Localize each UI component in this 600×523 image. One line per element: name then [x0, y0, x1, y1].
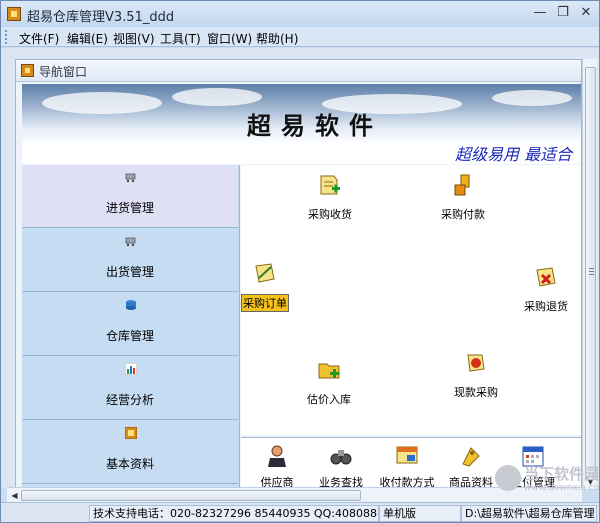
nav-panel: 进货管理 出货管理 仓库管理 经营分析 基本资料: [22, 165, 240, 488]
cart-out-icon: [125, 237, 136, 247]
chart-icon: [125, 363, 137, 375]
menu-edit[interactable]: 编辑(E): [67, 30, 108, 47]
nav-item-label: 基本资料: [105, 457, 154, 471]
nav-item-basic-data[interactable]: 基本资料: [22, 421, 238, 484]
workspace-item-label: 采购收货: [308, 208, 352, 221]
cash-purchase-button[interactable]: 现款采购: [454, 351, 498, 400]
payment-method-button[interactable]: 收付款方式: [377, 444, 437, 488]
restore-button[interactable]: ❐: [552, 4, 574, 22]
app-window: 超易仓库管理V3.51_ddd — ❐ ✕ 文件(F) 编辑(E) 视图(V) …: [0, 0, 600, 523]
app-logo-icon: [7, 7, 21, 21]
estimate-stock-in-icon: [318, 363, 340, 379]
cash-purchase-icon: [467, 354, 485, 372]
payment-method-icon: [396, 446, 418, 464]
return-goods-button[interactable]: 采购退货: [524, 265, 568, 314]
menu-window[interactable]: 窗口(W): [207, 30, 252, 47]
navigation-window-title: 导航窗口: [39, 65, 88, 79]
banner-title: 超易软件: [247, 112, 383, 140]
watermark: 当下软件园 www.downxia.com: [495, 463, 599, 499]
return-goods-icon: [536, 267, 556, 287]
supplier-icon: [268, 445, 286, 467]
navigation-window-title-bar[interactable]: 导航窗口: [16, 60, 581, 82]
watermark-url: www.downxia.com: [524, 483, 600, 493]
close-button[interactable]: ✕: [575, 4, 597, 22]
menu-view[interactable]: 视图(V): [113, 30, 155, 47]
supplier-button[interactable]: 供应商: [247, 444, 307, 488]
minimize-button[interactable]: —: [529, 4, 551, 22]
estimate-stock-in-button[interactable]: 估价入库: [307, 358, 351, 407]
nav-item-label: 经营分析: [105, 393, 154, 407]
status-mode: 单机版: [379, 505, 461, 522]
receive-goods-icon: [320, 175, 340, 195]
workspace-item-label: 采购订单: [241, 294, 289, 312]
nav-item-label: 仓库管理: [105, 329, 154, 343]
scroll-left-arrow-icon[interactable]: ◀: [7, 488, 22, 503]
nav-item-warehouse[interactable]: 仓库管理: [22, 293, 238, 356]
nav-item-purchase[interactable]: 进货管理: [22, 165, 238, 228]
menu-help[interactable]: 帮助(H): [256, 30, 298, 47]
payment-button[interactable]: 采购付款: [441, 173, 485, 222]
warehouse-icon: [126, 300, 136, 310]
database-icon: [125, 427, 137, 439]
nav-item-analysis[interactable]: 经营分析: [22, 357, 238, 420]
workspace-item-label: 估价入库: [307, 393, 351, 406]
nav-item-label: 出货管理: [105, 265, 154, 279]
menu-tools[interactable]: 工具(T): [160, 30, 201, 47]
watermark-text: 当下软件园: [524, 465, 600, 483]
receive-goods-button[interactable]: 采购收货: [308, 173, 352, 222]
product-info-icon: [462, 447, 480, 467]
status-support: 技术支持电话：020-82327296 85440935 QQ:40808875…: [89, 505, 379, 522]
workspace-item-label: 现款采购: [454, 386, 498, 399]
menu-file[interactable]: 文件(F): [19, 30, 59, 47]
product-info-button[interactable]: 商品资料: [441, 444, 501, 488]
workspace: 采购收货 采购付款 采购订单 采购退货 估价入库 现款采购: [241, 165, 581, 435]
horizontal-scroll-thumb[interactable]: [21, 490, 361, 501]
navigation-window-icon: [21, 64, 34, 77]
payment-icon: [454, 174, 470, 196]
vertical-scrollbar[interactable]: ▼: [582, 59, 597, 489]
banner-slogan: 超级易用 最适合: [455, 145, 573, 164]
nav-item-sales[interactable]: 出货管理: [22, 229, 238, 292]
status-path: D:\超易软件\超易仓库管理: [461, 505, 597, 522]
business-search-button[interactable]: 业务查找: [311, 444, 371, 488]
vertical-scroll-thumb[interactable]: [585, 67, 596, 477]
menu-grip-icon: [5, 30, 8, 44]
cart-in-icon: [125, 173, 136, 183]
purchase-order-button[interactable]: 采购订单: [241, 261, 289, 312]
banner: 超易软件 超级易用 最适合: [22, 84, 581, 164]
workspace-item-label: 采购退货: [524, 300, 568, 313]
workspace-item-label: 采购付款: [441, 208, 485, 221]
watermark-logo-icon: [495, 465, 521, 491]
title-bar[interactable]: 超易仓库管理V3.51_ddd — ❐ ✕: [1, 1, 599, 27]
search-binoculars-icon: [330, 450, 352, 465]
window-title: 超易仓库管理V3.51_ddd: [27, 10, 175, 25]
status-bar: 技术支持电话：020-82327296 85440935 QQ:40808875…: [1, 502, 599, 522]
purchase-order-icon: [255, 263, 275, 283]
navigation-window: 导航窗口 超易软件 超级易用 最适合 进货管理 出货管理 仓库管理 经营分析 基…: [15, 59, 582, 489]
nav-item-label: 进货管理: [105, 201, 154, 215]
menu-bar: 文件(F) 编辑(E) 视图(V) 工具(T) 窗口(W) 帮助(H): [1, 27, 599, 47]
